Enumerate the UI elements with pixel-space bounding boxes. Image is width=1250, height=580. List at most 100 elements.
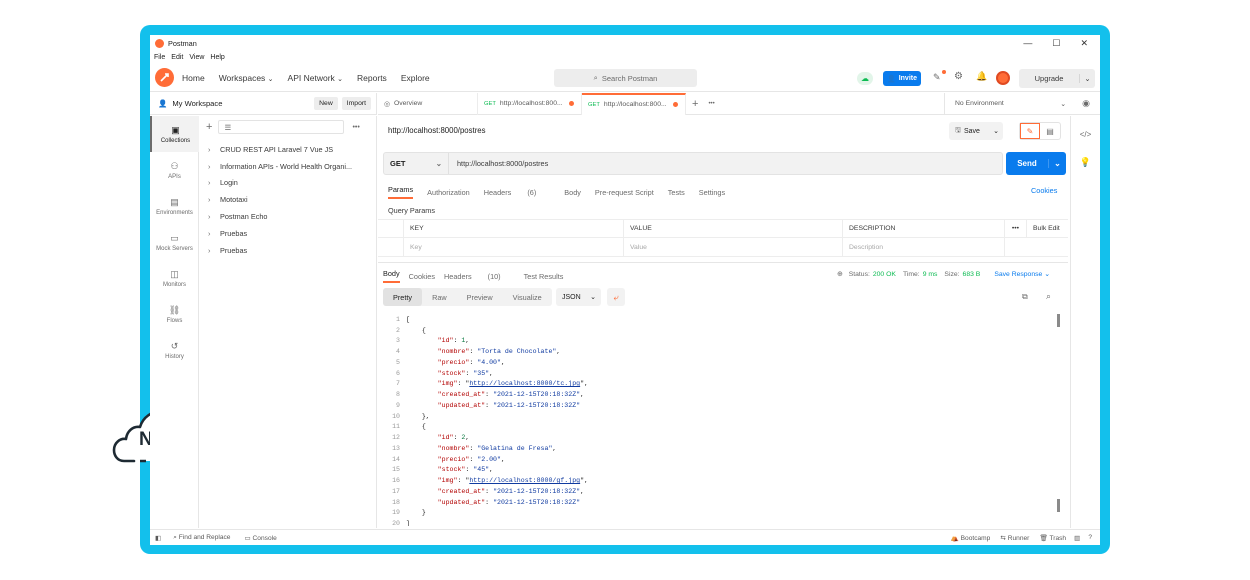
filter-input[interactable]: ☰	[218, 120, 345, 134]
postman-app-icon	[155, 38, 164, 48]
view-visualize[interactable]: Visualize	[503, 288, 552, 306]
response-code-editor[interactable]: 1[2 {3 "id": 1,4 "nombre": "Torta de Cho…	[378, 314, 1068, 526]
tab-params[interactable]: Params	[388, 185, 414, 199]
tab-body[interactable]: Body	[564, 188, 581, 197]
tab-response-body[interactable]: Body	[383, 269, 400, 283]
find-replace-button[interactable]: ⌕ Find and Replace	[173, 534, 230, 542]
method-select[interactable]: GET ⌄	[384, 153, 449, 174]
invite-button[interactable]: 👤 Invite	[883, 71, 921, 86]
upgrade-button[interactable]: Upgrade ⌄	[1019, 69, 1095, 88]
import-button[interactable]: Import	[341, 97, 371, 110]
list-item[interactable]: › Information APIs - World Health Organi.…	[200, 158, 376, 175]
tab-authorization[interactable]: Authorization	[427, 188, 470, 197]
list-item[interactable]: › Login	[200, 175, 376, 192]
tab-request-2[interactable]: GET http://localhost:800...	[582, 92, 686, 115]
format-select[interactable]: JSON ⌄	[556, 288, 601, 306]
bulk-edit-button[interactable]: Bulk Edit	[1027, 219, 1068, 238]
tab-pre-request-script[interactable]: Pre-request Script	[595, 188, 654, 197]
runner-button[interactable]: ⇆ Runner	[1000, 534, 1029, 542]
list-item[interactable]: › CRUD REST API Laravel 7 Vue JS	[200, 141, 376, 158]
new-tab-icon[interactable]: +	[692, 98, 698, 110]
time-value[interactable]: 9 ms	[923, 271, 938, 278]
sidebar-item-history[interactable]: ↺ History	[150, 332, 199, 368]
copy-icon[interactable]: ⧉	[1022, 292, 1028, 302]
menu-help[interactable]: Help	[210, 54, 224, 61]
sidebar-item-environments[interactable]: ▤ Environments	[150, 188, 199, 224]
tab-headers[interactable]: Headers (6)	[484, 188, 551, 197]
gear-icon[interactable]: ⚙	[954, 71, 963, 82]
nav-api-network[interactable]: API Network ⌄	[288, 73, 344, 83]
code-icon[interactable]: </>	[1071, 130, 1100, 139]
view-preview[interactable]: Preview	[457, 288, 503, 306]
sidebar-item-flows[interactable]: ⛓ Flows	[150, 296, 199, 332]
sidebar-item-apis[interactable]: ⚇ APIs	[150, 152, 199, 188]
wrap-lines-icon[interactable]: ⤶	[607, 288, 625, 306]
status-value[interactable]: 200 OK	[873, 271, 896, 278]
eye-icon[interactable]: ◉	[1072, 98, 1100, 109]
sync-icon[interactable]: ☁	[857, 72, 873, 85]
nav-workspaces[interactable]: Workspaces ⌄	[219, 73, 274, 83]
avatar[interactable]	[996, 71, 1010, 85]
save-response-button[interactable]: Save Response ⌄	[994, 270, 1050, 278]
sidebar-item-mock-servers[interactable]: ▭ Mock Servers	[150, 224, 199, 260]
menu-view[interactable]: View	[189, 54, 204, 61]
nav-home[interactable]: Home	[182, 73, 205, 83]
nav-explore[interactable]: Explore	[401, 73, 430, 83]
menu-file[interactable]: File	[154, 54, 165, 61]
tab-request-1[interactable]: GET http://localhost:800...	[478, 92, 582, 115]
more-icon[interactable]: •••	[708, 101, 714, 107]
tab-response-headers[interactable]: Headers (10)	[444, 272, 515, 281]
new-button[interactable]: New	[314, 97, 338, 110]
chevron-down-icon[interactable]: ⌄	[1079, 74, 1095, 83]
tab-settings[interactable]: Settings	[699, 188, 725, 197]
maximize-button[interactable]: ☐	[1052, 38, 1060, 49]
cookies-link[interactable]: Cookies	[1031, 186, 1057, 195]
trash-button[interactable]: 🗑 Trash	[1039, 534, 1066, 542]
search-icon[interactable]: ⌕	[1046, 291, 1051, 302]
list-item[interactable]: › Mototaxi	[200, 191, 376, 208]
close-button[interactable]: ✕	[1080, 38, 1088, 49]
more-icon[interactable]: •••	[352, 124, 359, 131]
tab-overview[interactable]: ◎ Overview	[378, 92, 478, 115]
key-input[interactable]: Key	[404, 237, 624, 257]
satellite-icon[interactable]: ✎	[933, 72, 941, 83]
menu-edit[interactable]: Edit	[171, 54, 183, 61]
url-input[interactable]: http://localhost:8000/postres	[457, 159, 548, 168]
list-item[interactable]: › Postman Echo	[200, 208, 376, 225]
list-item[interactable]: › Pruebas	[200, 225, 376, 242]
tab-response-cookies[interactable]: Cookies	[409, 272, 435, 281]
search-bar[interactable]: ⌕ Search Postman	[554, 69, 697, 87]
bell-icon[interactable]: 🔔	[976, 71, 987, 82]
nav-reports[interactable]: Reports	[357, 73, 387, 83]
sidebar-toggle-icon[interactable]: ◧	[155, 534, 161, 542]
two-pane-icon[interactable]: ▥	[1074, 534, 1080, 542]
workspace-name[interactable]: My Workspace	[172, 99, 222, 108]
view-raw[interactable]: Raw	[422, 288, 457, 306]
documentation-icon[interactable]: ▤	[1040, 127, 1060, 136]
save-button[interactable]: 🖫 Save ⌄	[949, 122, 1003, 140]
postman-logo-icon[interactable]	[155, 68, 174, 87]
view-pretty[interactable]: Pretty	[383, 288, 423, 306]
scrollbar[interactable]	[1057, 314, 1061, 524]
list-item[interactable]: › Pruebas	[200, 242, 376, 259]
console-button[interactable]: ▭ Console	[244, 534, 276, 542]
description-input[interactable]: Description	[843, 237, 1005, 257]
environment-select[interactable]: No Environment ⌄	[944, 92, 1072, 115]
tab-tests[interactable]: Tests	[668, 188, 685, 197]
bootcamp-button[interactable]: ⛺ Bootcamp	[951, 534, 991, 542]
code-token[interactable]: http://localhost:8000/gf.jpg	[469, 477, 580, 484]
add-icon[interactable]: +	[206, 121, 212, 133]
edit-icon[interactable]: ✎	[1020, 123, 1040, 139]
chevron-down-icon[interactable]: ⌄	[1048, 159, 1066, 168]
help-icon[interactable]: ?	[1088, 534, 1092, 541]
sidebar-item-collections[interactable]: ▣ Collections	[150, 116, 199, 152]
send-button[interactable]: Send ⌄	[1006, 152, 1066, 175]
sidebar-item-monitors[interactable]: ◫ Monitors	[150, 260, 199, 296]
more-icon[interactable]: •••	[1005, 219, 1027, 238]
size-value[interactable]: 683 B	[963, 271, 981, 278]
tab-test-results[interactable]: Test Results	[524, 272, 564, 281]
code-token[interactable]: http://localhost:8000/tc.jpg	[469, 380, 580, 387]
minimize-button[interactable]: —	[1023, 38, 1032, 49]
value-input[interactable]: Value	[624, 237, 843, 257]
lightbulb-icon[interactable]: 💡	[1071, 157, 1100, 168]
